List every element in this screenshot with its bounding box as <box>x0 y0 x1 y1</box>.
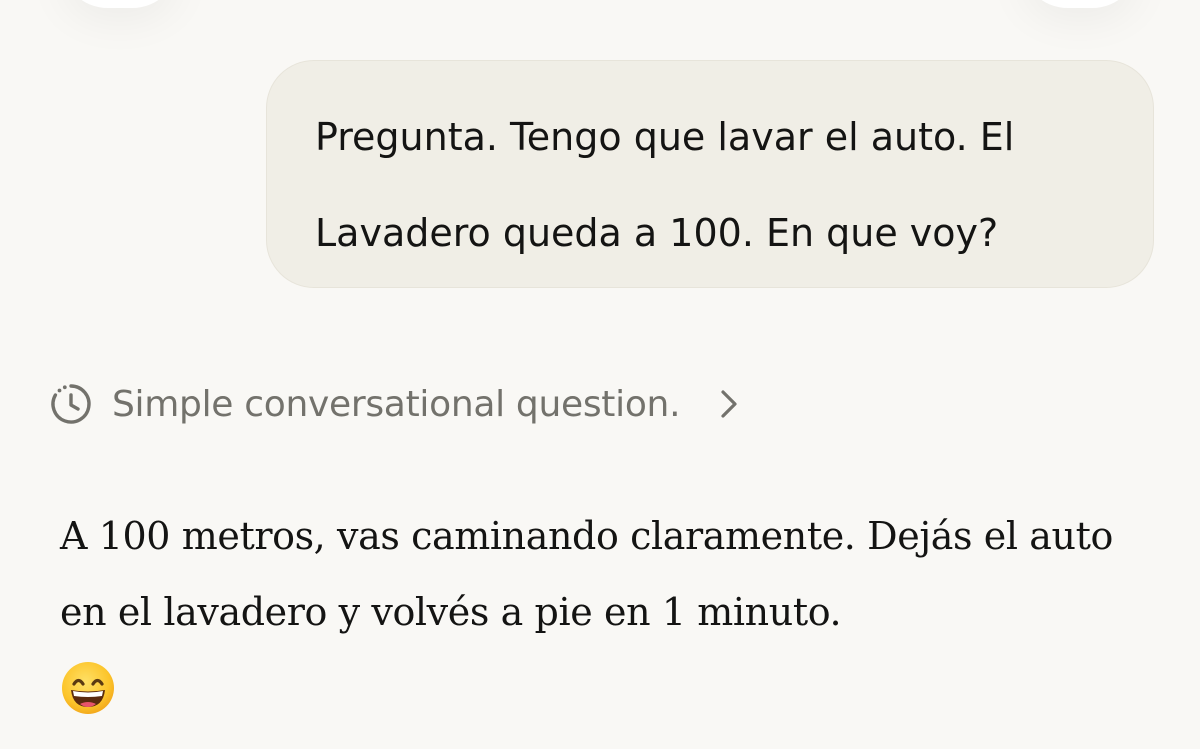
assistant-message-text: A 100 metros, vas caminando claramente. … <box>60 514 1113 634</box>
clock-icon <box>51 384 91 424</box>
top-right-button-shadow <box>1020 0 1140 8</box>
user-message-text: Pregunta. Tengo que lavar el auto. El La… <box>315 115 1015 255</box>
user-message-bubble: Pregunta. Tengo que lavar el auto. El La… <box>266 60 1154 288</box>
grinning-face-emoji <box>62 662 114 714</box>
top-left-button-shadow <box>60 0 180 8</box>
thinking-summary-toggle[interactable]: Simple conversational question. <box>48 372 742 436</box>
thinking-summary-label: Simple conversational question. <box>112 383 681 425</box>
chevron-right-icon <box>721 390 737 418</box>
